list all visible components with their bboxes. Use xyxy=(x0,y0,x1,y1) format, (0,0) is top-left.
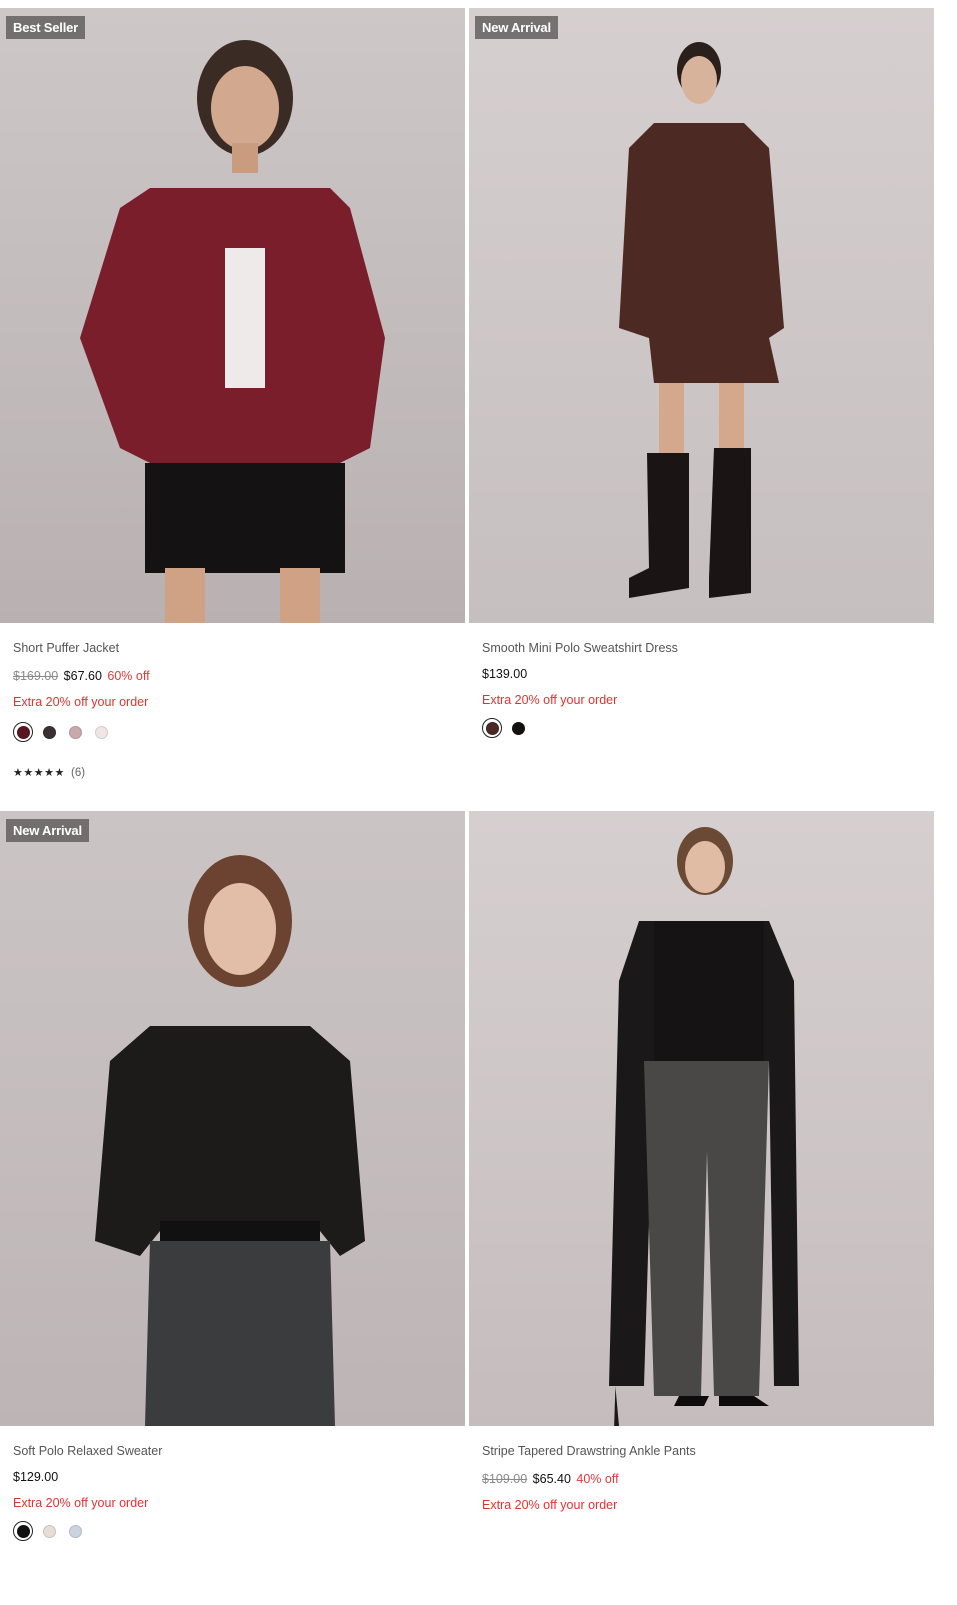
product-name[interactable]: Smooth Mini Polo Sweatshirt Dress xyxy=(482,641,934,657)
price-row: $169.00 $67.60 60% off xyxy=(13,669,465,685)
swatch-color xyxy=(16,725,30,739)
product-photo xyxy=(0,811,465,1426)
color-swatch[interactable] xyxy=(13,1521,33,1541)
swatch-color xyxy=(485,721,499,735)
swatch-color xyxy=(42,1524,56,1538)
new-arrival-badge: New Arrival xyxy=(475,16,558,39)
color-swatches xyxy=(13,722,465,742)
best-seller-badge: Best Seller xyxy=(6,16,86,39)
color-swatch[interactable] xyxy=(508,718,528,738)
swatch-color xyxy=(16,1524,30,1538)
color-swatches xyxy=(482,718,934,738)
promo-text: Extra 20% off your order xyxy=(13,1496,149,1510)
product-name[interactable]: Soft Polo Relaxed Sweater xyxy=(13,1444,465,1460)
sale-price: $67.60 xyxy=(63,669,102,683)
swatch-color xyxy=(42,725,56,739)
price: $129.00 xyxy=(13,1470,59,1484)
rating[interactable]: ★★★★★ (6) xyxy=(13,766,465,779)
product-image[interactable]: Best Seller xyxy=(0,8,465,623)
product-image[interactable]: New Arrival xyxy=(0,811,465,1426)
sale-price: $65.40 xyxy=(532,1472,571,1486)
new-arrival-badge: New Arrival xyxy=(6,819,89,842)
product-card-soft-polo-sweater[interactable]: New Arrival Soft Polo Relaxed Sweater $1… xyxy=(0,811,465,1541)
promo-text: Extra 20% off your order xyxy=(13,695,149,709)
price-row: $129.00 xyxy=(13,1470,465,1486)
price-row: $109.00 $65.40 40% off xyxy=(482,1472,934,1488)
product-card-short-puffer-jacket[interactable]: Best Seller Short Puffer Jacket $169.00 … xyxy=(0,8,465,779)
swatch-color xyxy=(68,1524,82,1538)
product-name[interactable]: Short Puffer Jacket xyxy=(13,641,465,657)
product-photo xyxy=(469,811,934,1426)
discount-percent: 60% off xyxy=(107,669,150,683)
product-name[interactable]: Stripe Tapered Drawstring Ankle Pants xyxy=(482,1444,934,1460)
color-swatch[interactable] xyxy=(39,1521,59,1541)
color-swatch[interactable] xyxy=(482,718,502,738)
original-price: $169.00 xyxy=(13,669,59,683)
discount-percent: 40% off xyxy=(576,1472,619,1486)
review-count: (6) xyxy=(71,767,86,779)
promo-text: Extra 20% off your order xyxy=(482,1498,618,1512)
product-image[interactable]: New Arrival xyxy=(469,8,934,623)
original-price: $109.00 xyxy=(482,1472,528,1486)
price-row: $139.00 xyxy=(482,667,934,683)
product-photo xyxy=(469,8,934,623)
color-swatch[interactable] xyxy=(39,722,59,742)
swatch-color xyxy=(511,721,525,735)
product-card-mini-polo-dress[interactable]: New Arrival Smooth Mini Polo Sweatshirt … xyxy=(469,8,934,738)
color-swatch[interactable] xyxy=(65,1521,85,1541)
product-photo xyxy=(0,8,465,623)
color-swatch[interactable] xyxy=(65,722,85,742)
swatch-color xyxy=(68,725,82,739)
promo-text: Extra 20% off your order xyxy=(482,693,618,707)
star-rating-icon: ★★★★★ xyxy=(13,767,65,779)
product-card-stripe-pants[interactable]: Stripe Tapered Drawstring Ankle Pants $1… xyxy=(469,811,934,1514)
color-swatch[interactable] xyxy=(91,722,111,742)
price: $139.00 xyxy=(482,667,528,681)
color-swatch[interactable] xyxy=(13,722,33,742)
color-swatches xyxy=(13,1521,465,1541)
product-image[interactable] xyxy=(469,811,934,1426)
swatch-color xyxy=(94,725,108,739)
